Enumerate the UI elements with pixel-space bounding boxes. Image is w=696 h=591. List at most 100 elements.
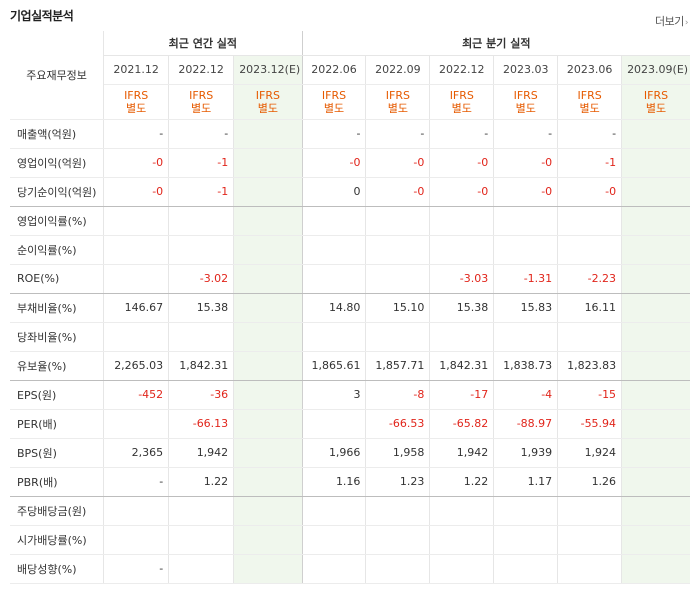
column-date: 2023.12(E) bbox=[233, 55, 303, 85]
row-label: 영업이익(억원) bbox=[10, 148, 105, 178]
row-label: ROE(%) bbox=[10, 264, 105, 294]
table-cell: 1,865.61 bbox=[302, 351, 367, 381]
table-cell bbox=[621, 148, 690, 178]
table-cell bbox=[621, 409, 690, 439]
table-cell bbox=[233, 293, 303, 323]
table-cell: 1,924 bbox=[557, 438, 623, 468]
table-cell bbox=[302, 409, 367, 439]
table-cell: 15.38 bbox=[168, 293, 235, 323]
ifrs-line: 별도 bbox=[579, 101, 600, 115]
ifrs-line: IFRS bbox=[189, 88, 214, 102]
table-cell: 1,823.83 bbox=[557, 351, 623, 381]
table-cell bbox=[621, 235, 690, 265]
table-row: 배당성향(%) - bbox=[10, 554, 690, 584]
table-cell: -0 bbox=[493, 148, 559, 178]
table-cell bbox=[365, 235, 431, 265]
table-cell: -88.97 bbox=[493, 409, 559, 439]
table-cell: 15.38 bbox=[429, 293, 495, 323]
table-cell bbox=[621, 264, 690, 294]
table-cell bbox=[103, 409, 170, 439]
table-cell: -3.02 bbox=[168, 264, 235, 294]
column-ifrs-label: IFRS 별도 bbox=[429, 84, 495, 120]
table-cell: -1 bbox=[557, 148, 623, 178]
table-cell: - bbox=[429, 119, 495, 149]
table-cell bbox=[365, 554, 431, 584]
table-cell bbox=[103, 322, 170, 352]
table-cell: 1.16 bbox=[302, 467, 367, 497]
chevron-right-icon: › bbox=[684, 18, 689, 28]
table-row: 부채비율(%) 146.67 15.38 14.80 15.10 15.38 15.83 16… bbox=[10, 293, 690, 323]
table-cell: 146.67 bbox=[103, 293, 170, 323]
table-row: PER(배) -66.13 -66.53 -65.82 -88.97 -55.94 bbox=[10, 409, 690, 439]
table-row: ROE(%) -3.02 -3.03 -1.31 -2.23 bbox=[10, 264, 690, 294]
table-cell bbox=[233, 380, 303, 410]
table-cell bbox=[365, 525, 431, 555]
row-label: PBR(배) bbox=[10, 467, 105, 497]
table-cell: -1 bbox=[168, 177, 235, 207]
table-cell bbox=[233, 322, 303, 352]
ifrs-line: 별도 bbox=[451, 101, 472, 115]
group-annual: 최근 연간 실적 bbox=[103, 31, 303, 56]
column-date: 2022.12 bbox=[429, 55, 495, 85]
ifrs-line: 별도 bbox=[387, 101, 409, 115]
table-cell bbox=[621, 554, 690, 584]
ifrs-line: 별도 bbox=[257, 101, 278, 115]
table-cell: -1 bbox=[168, 148, 235, 178]
table-cell bbox=[621, 525, 690, 555]
column-date: 2021.12 bbox=[103, 55, 170, 85]
group-quarterly: 최근 분기 실적 bbox=[302, 31, 690, 56]
table-cell: -452 bbox=[103, 380, 170, 410]
column-date: 2023.09(E) bbox=[621, 55, 690, 85]
table-cell bbox=[302, 206, 367, 236]
table-row: 당기순이익(억원) -0 -1 0 -0 -0 -0 -0 bbox=[10, 177, 690, 207]
table-cell bbox=[103, 235, 170, 265]
table-cell bbox=[302, 554, 367, 584]
table-cell bbox=[429, 206, 495, 236]
row-label: EPS(원) bbox=[10, 380, 105, 410]
column-ifrs-label: IFRS 별도 bbox=[557, 84, 623, 120]
ifrs-line: IFRS bbox=[513, 88, 538, 102]
table-cell bbox=[233, 554, 303, 584]
table-cell bbox=[233, 525, 303, 555]
financial-table: 주요재무정보 최근 연간 실적 최근 분기 실적 2021.12 2022.12 2… bbox=[10, 31, 690, 584]
table-cell bbox=[365, 206, 431, 236]
ifrs-line: IFRS bbox=[124, 88, 149, 102]
table-cell: 14.80 bbox=[302, 293, 367, 323]
ifrs-header-row: IFRS 별도 IFRS 별도 IFRS 별도 IFRS 별도 IFRS 별도 IFRS 별도 IFRS… bbox=[10, 84, 690, 120]
table-body: 매출액(억원) - - - - - - - 영업이익(억원) -0 -1 -0 -0 -0 -0 -1 당기순이… bbox=[10, 119, 690, 584]
table-cell bbox=[429, 554, 495, 584]
table-cell: -0 bbox=[103, 177, 170, 207]
table-cell bbox=[365, 264, 431, 294]
table-cell bbox=[103, 264, 170, 294]
row-label: 배당성향(%) bbox=[10, 554, 105, 584]
table-cell bbox=[621, 496, 690, 526]
table-cell bbox=[233, 467, 303, 497]
column-date: 2023.06 bbox=[557, 55, 623, 85]
column-date: 2023.03 bbox=[493, 55, 559, 85]
table-cell: -17 bbox=[429, 380, 495, 410]
table-cell: -65.82 bbox=[429, 409, 495, 439]
table-cell: -0 bbox=[103, 148, 170, 178]
ifrs-line: IFRS bbox=[255, 88, 280, 102]
ifrs-line: IFRS bbox=[449, 88, 474, 102]
table-cell bbox=[103, 206, 170, 236]
table-cell bbox=[233, 438, 303, 468]
table-cell: 1.22 bbox=[168, 467, 235, 497]
table-cell: 15.10 bbox=[365, 293, 431, 323]
table-cell: -4 bbox=[493, 380, 559, 410]
table-cell: - bbox=[557, 119, 623, 149]
row-label: 순이익률(%) bbox=[10, 235, 105, 265]
table-cell: 1,942 bbox=[429, 438, 495, 468]
table-cell bbox=[302, 525, 367, 555]
more-link[interactable]: 더보기› bbox=[655, 13, 689, 29]
table-cell bbox=[557, 235, 623, 265]
table-cell: - bbox=[365, 119, 431, 149]
table-row: PBR(배) -1.22 1.16 1.23 1.22 1.17 1.26 bbox=[10, 467, 690, 497]
table-cell bbox=[621, 322, 690, 352]
table-cell: 2,365 bbox=[103, 438, 170, 468]
table-cell: -55.94 bbox=[557, 409, 623, 439]
column-date: 2022.06 bbox=[302, 55, 367, 85]
table-cell bbox=[302, 235, 367, 265]
table-cell bbox=[429, 235, 495, 265]
table-cell: 1,838.73 bbox=[493, 351, 559, 381]
